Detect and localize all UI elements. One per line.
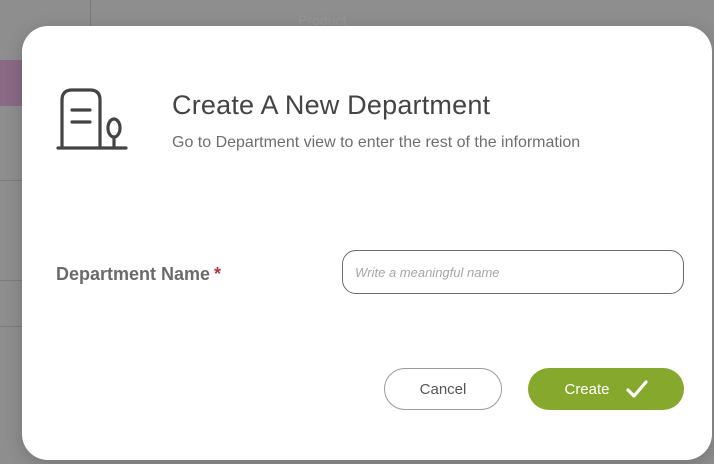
dialog-title: Create A New Department [172, 90, 491, 120]
create-button-label: Create [564, 380, 610, 398]
create-button[interactable]: Create [528, 368, 684, 410]
cancel-button-label: Cancel [419, 380, 467, 398]
background-side-tab [0, 60, 24, 106]
required-asterisk: * [214, 264, 222, 284]
background-divider [0, 180, 24, 181]
department-name-input[interactable] [342, 250, 684, 294]
building-icon [56, 88, 128, 150]
department-name-label-text: Department Name [56, 264, 211, 284]
dialog-subtitle: Go to Department view to enter the rest … [172, 134, 581, 151]
checkmark-icon [625, 380, 648, 398]
background-divider [0, 326, 24, 327]
background-divider [0, 280, 24, 281]
create-department-dialog: Create A New Department Go to Department… [22, 26, 712, 460]
cancel-button[interactable]: Cancel [384, 368, 502, 410]
department-name-label: Department Name * [56, 264, 221, 285]
